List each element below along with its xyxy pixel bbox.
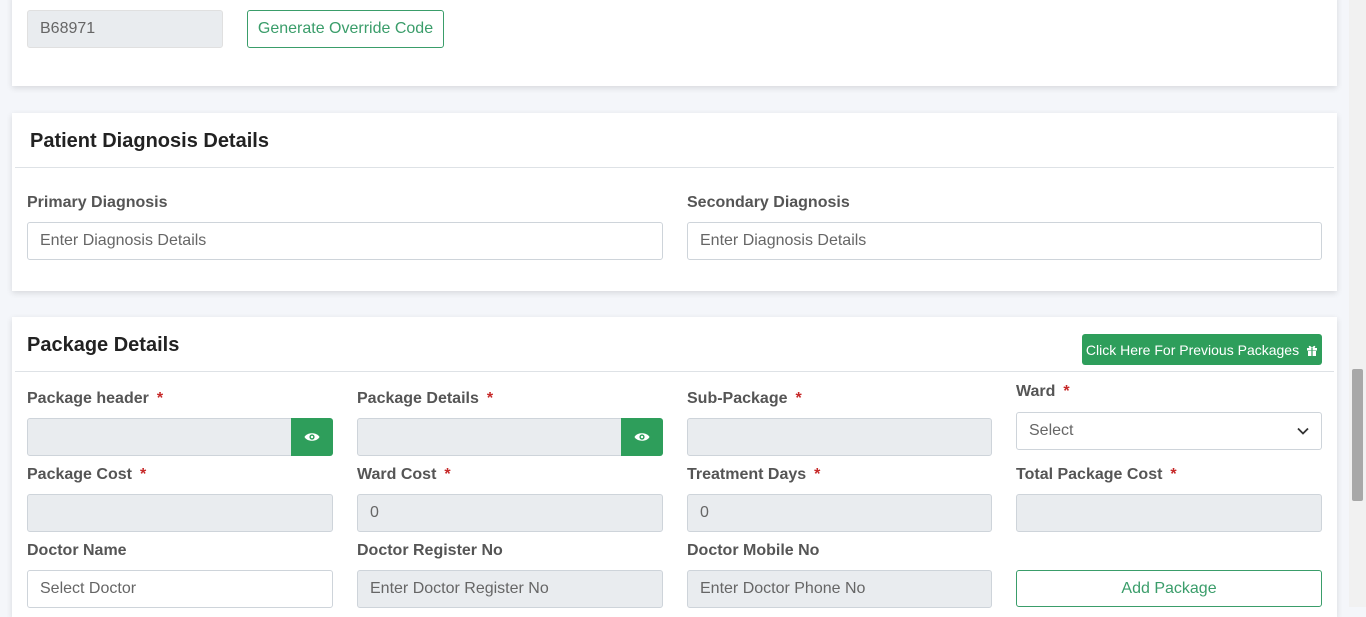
package-details-label: Package Details * xyxy=(357,390,493,408)
eye-icon xyxy=(304,431,320,443)
package-cost-label-text: Package Cost xyxy=(27,466,132,483)
package-divider xyxy=(15,371,1334,372)
package-header-label: Package header * xyxy=(27,390,163,408)
sub-package-label-text: Sub-Package xyxy=(687,390,788,407)
generate-override-code-label: Generate Override Code xyxy=(257,20,434,37)
ward-cost-value: 0 xyxy=(370,504,379,521)
ward-cost-label: Ward Cost * xyxy=(357,466,451,484)
override-code-value: B68971 xyxy=(40,20,96,37)
package-details-label-text: Package Details xyxy=(357,390,479,407)
doctor-mobile-label: Doctor Mobile No xyxy=(687,542,820,559)
doctor-register-label: Doctor Register No xyxy=(357,542,503,559)
package-cost-label: Package Cost * xyxy=(27,466,146,484)
eye-icon xyxy=(634,431,650,443)
generate-override-code-button[interactable]: Generate Override Code xyxy=(247,10,444,48)
required-mark: * xyxy=(1170,466,1177,483)
add-package-button[interactable]: Add Package xyxy=(1016,570,1322,607)
doctor-register-input[interactable] xyxy=(357,570,663,608)
secondary-diagnosis-input[interactable] xyxy=(687,222,1322,260)
ward-cost-input[interactable]: 0 xyxy=(357,494,663,532)
secondary-diagnosis-label: Secondary Diagnosis xyxy=(687,194,850,211)
ward-label-text: Ward xyxy=(1016,383,1056,400)
ward-selected-value: Select xyxy=(1029,422,1074,439)
scrollbar-track[interactable] xyxy=(1349,0,1366,607)
required-mark: * xyxy=(139,466,147,483)
package-header-view-button[interactable] xyxy=(291,418,333,456)
ward-cost-label-text: Ward Cost xyxy=(357,466,437,483)
treatment-days-label: Treatment Days * xyxy=(687,466,820,484)
doctor-name-label: Doctor Name xyxy=(27,542,127,559)
treatment-days-label-text: Treatment Days xyxy=(687,466,807,483)
primary-diagnosis-input[interactable] xyxy=(27,222,663,260)
required-mark: * xyxy=(444,466,451,483)
package-header-label-text: Package header xyxy=(27,390,149,407)
required-mark: * xyxy=(156,390,164,407)
primary-diagnosis-label: Primary Diagnosis xyxy=(27,194,168,211)
total-package-cost-label-text: Total Package Cost xyxy=(1016,466,1163,483)
package-header-input[interactable] xyxy=(27,418,293,456)
treatment-days-value: 0 xyxy=(700,504,709,521)
diagnosis-title: Patient Diagnosis Details xyxy=(30,130,269,152)
required-mark: * xyxy=(795,390,802,407)
treatment-days-input[interactable]: 0 xyxy=(687,494,992,532)
required-mark: * xyxy=(814,466,821,483)
diagnosis-divider xyxy=(15,167,1334,168)
sub-package-input[interactable] xyxy=(687,418,992,456)
required-mark: * xyxy=(486,390,494,407)
ward-label: Ward * xyxy=(1016,383,1070,401)
doctor-mobile-input[interactable] xyxy=(687,570,992,608)
doctor-name-input[interactable] xyxy=(27,570,333,608)
previous-packages-button[interactable]: Click Here For Previous Packages xyxy=(1082,334,1322,365)
previous-packages-label: Click Here For Previous Packages xyxy=(1085,341,1300,358)
add-package-label: Add Package xyxy=(1121,579,1217,597)
package-cost-input[interactable] xyxy=(27,494,333,532)
ward-select[interactable]: Select xyxy=(1016,412,1322,450)
package-details-input[interactable] xyxy=(357,418,623,456)
package-title: Package Details xyxy=(27,334,180,356)
chevron-down-icon xyxy=(1297,427,1309,435)
sub-package-label: Sub-Package * xyxy=(687,390,802,408)
total-package-cost-input[interactable] xyxy=(1016,494,1322,532)
required-mark: * xyxy=(1063,383,1070,400)
gift-icon xyxy=(1306,344,1318,356)
total-package-cost-label: Total Package Cost * xyxy=(1016,466,1177,484)
scrollbar-thumb[interactable] xyxy=(1352,369,1363,501)
override-code-field: B68971 xyxy=(27,10,223,48)
package-details-view-button[interactable] xyxy=(621,418,663,456)
